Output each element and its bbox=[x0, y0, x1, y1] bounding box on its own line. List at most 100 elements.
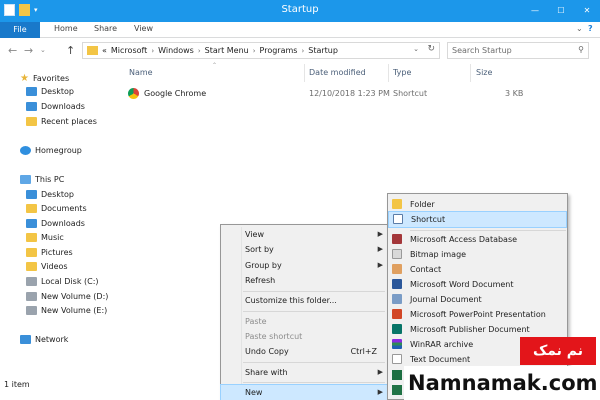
folder-icon bbox=[392, 199, 402, 209]
menu-item-share-with[interactable]: Share with ▶ bbox=[221, 365, 387, 380]
recent-locations-icon[interactable]: ⌄ bbox=[40, 46, 46, 54]
breadcrumb-overflow[interactable]: « bbox=[102, 46, 107, 55]
sidebar-item-pc[interactable]: New Volume (E:) bbox=[26, 306, 107, 315]
menu-label: Microsoft PowerPoint Presentation bbox=[410, 310, 546, 319]
breadcrumb-item[interactable]: Start Menu bbox=[205, 46, 249, 55]
sidebar-network[interactable]: Network bbox=[20, 335, 68, 344]
minimize-button[interactable]: — bbox=[522, 0, 548, 20]
sidebar-item-pc[interactable]: Music bbox=[26, 233, 64, 242]
sidebar-label: Downloads bbox=[41, 219, 85, 228]
menu-label: View bbox=[245, 230, 264, 239]
tab-home[interactable]: Home bbox=[54, 24, 78, 33]
navigation-pane: ★ Favorites Desktop Downloads Recent plac… bbox=[0, 62, 118, 382]
menu-label: Refresh bbox=[245, 276, 276, 285]
chevron-right-icon[interactable]: › bbox=[151, 47, 154, 55]
column-divider[interactable] bbox=[470, 64, 471, 82]
menu-label: Microsoft Word Document bbox=[410, 280, 514, 289]
submenu-arrow-icon: ▶ bbox=[377, 368, 383, 376]
sidebar-item-desktop[interactable]: Desktop bbox=[26, 87, 74, 96]
menu-item-refresh[interactable]: Refresh bbox=[221, 273, 387, 288]
submenu-item-word[interactable]: Microsoft Word Document bbox=[388, 277, 567, 292]
refresh-icon[interactable]: ↻ bbox=[427, 44, 435, 54]
maximize-button[interactable]: ☐ bbox=[548, 0, 574, 20]
column-header-type[interactable]: Type bbox=[393, 68, 411, 77]
contact-icon bbox=[392, 264, 402, 274]
menu-item-new[interactable]: New ▶ bbox=[220, 384, 388, 400]
submenu-item-folder[interactable]: Folder bbox=[388, 197, 567, 212]
chevron-right-icon[interactable]: › bbox=[253, 47, 256, 55]
sidebar-thispc[interactable]: This PC bbox=[20, 175, 64, 184]
submenu-item-journal[interactable]: Journal Document bbox=[388, 292, 567, 307]
submenu-arrow-icon: ▶ bbox=[377, 245, 383, 253]
submenu-arrow-icon: ▶ bbox=[377, 261, 383, 269]
desktop-icon bbox=[26, 87, 37, 96]
column-divider[interactable] bbox=[304, 64, 305, 82]
folder-icon bbox=[87, 46, 98, 55]
submenu-item-access[interactable]: Microsoft Access Database bbox=[388, 232, 567, 247]
column-divider[interactable] bbox=[388, 64, 389, 82]
sidebar-label: New Volume (E:) bbox=[41, 306, 108, 315]
close-button[interactable]: ✕ bbox=[574, 0, 600, 20]
breadcrumb-item[interactable]: Programs bbox=[260, 46, 298, 55]
sidebar-item-pc[interactable]: Desktop bbox=[26, 190, 74, 199]
chevron-right-icon[interactable]: › bbox=[301, 47, 304, 55]
expand-ribbon-icon[interactable]: ⌄ bbox=[576, 24, 583, 33]
column-header-date[interactable]: Date modified bbox=[309, 68, 366, 77]
sidebar-item-downloads[interactable]: Downloads bbox=[26, 102, 85, 111]
forward-icon[interactable]: → bbox=[24, 44, 33, 57]
submenu-item-contact[interactable]: Contact bbox=[388, 262, 567, 277]
submenu-item-publisher[interactable]: Microsoft Publisher Document bbox=[388, 322, 567, 337]
column-header-name[interactable]: Name bbox=[129, 68, 153, 77]
sidebar-homegroup[interactable]: Homegroup bbox=[20, 146, 82, 155]
address-dropdown-icon[interactable]: ⌄ bbox=[413, 45, 419, 53]
submenu-item-powerpoint[interactable]: Microsoft PowerPoint Presentation bbox=[388, 307, 567, 322]
sidebar-item-pc[interactable]: Downloads bbox=[26, 219, 85, 228]
tab-share[interactable]: Share bbox=[94, 24, 117, 33]
sidebar-label: Downloads bbox=[41, 102, 85, 111]
journal-icon bbox=[392, 294, 402, 304]
sidebar-favorites[interactable]: ★ Favorites bbox=[20, 73, 69, 84]
sidebar-item-pc[interactable]: Local Disk (C:) bbox=[26, 277, 99, 286]
menu-item-paste-shortcut[interactable]: Paste shortcut bbox=[221, 329, 387, 344]
column-header-size[interactable]: Size bbox=[476, 68, 492, 77]
help-icon[interactable]: ? bbox=[588, 24, 593, 33]
menu-item-paste[interactable]: Paste bbox=[221, 314, 387, 329]
address-bar[interactable]: « Microsoft › Windows › Start Menu › Progra… bbox=[82, 42, 440, 59]
sidebar-item-pc[interactable]: Documents bbox=[26, 204, 87, 213]
sidebar-label: This PC bbox=[35, 175, 65, 184]
watermark-logo: نم نمک bbox=[520, 337, 596, 365]
breadcrumb-item[interactable]: Windows bbox=[158, 46, 194, 55]
sidebar-item-pc[interactable]: Videos bbox=[26, 262, 68, 271]
search-icon[interactable]: ⚲ bbox=[578, 45, 584, 54]
menu-label: Journal Document bbox=[410, 295, 482, 304]
menu-label: Shortcut bbox=[411, 215, 446, 224]
menu-item-sort-by[interactable]: Sort by ▶ bbox=[221, 242, 387, 257]
menu-separator bbox=[410, 230, 566, 231]
breadcrumb-item[interactable]: Microsoft bbox=[111, 46, 147, 55]
context-menu: View ▶ Sort by ▶ Group by ▶ Refresh Customi… bbox=[220, 224, 388, 400]
sidebar-label: Documents bbox=[41, 204, 87, 213]
recent-places-icon bbox=[26, 117, 37, 126]
sidebar-item-pc[interactable]: Pictures bbox=[26, 248, 73, 257]
chevron-right-icon[interactable]: › bbox=[198, 47, 201, 55]
table-row[interactable]: Google Chrome 12/10/2018 1:23 PM Shortcu… bbox=[120, 86, 600, 102]
back-icon[interactable]: ← bbox=[8, 44, 17, 57]
menu-item-view[interactable]: View ▶ bbox=[221, 227, 387, 242]
submenu-item-shortcut[interactable]: Shortcut bbox=[388, 211, 567, 228]
menu-label: Paste bbox=[245, 317, 267, 326]
sort-ascending-icon: ⌃ bbox=[212, 62, 218, 69]
search-input[interactable]: Search Startup ⚲ bbox=[447, 42, 589, 59]
menu-item-group-by[interactable]: Group by ▶ bbox=[221, 258, 387, 273]
up-icon[interactable]: ↑ bbox=[66, 44, 75, 57]
drive-icon bbox=[26, 292, 37, 301]
tab-file[interactable]: File bbox=[0, 22, 40, 38]
submenu-item-bitmap[interactable]: Bitmap image bbox=[388, 247, 567, 262]
menu-separator bbox=[243, 291, 385, 292]
sidebar-item-pc[interactable]: New Volume (D:) bbox=[26, 292, 108, 301]
tab-view[interactable]: View bbox=[134, 24, 153, 33]
menu-item-undo-copy[interactable]: Undo Copy Ctrl+Z bbox=[221, 344, 387, 359]
sidebar-item-recent[interactable]: Recent places bbox=[26, 117, 97, 126]
breadcrumb-item[interactable]: Startup bbox=[308, 46, 338, 55]
menu-separator bbox=[243, 382, 385, 383]
menu-item-customize[interactable]: Customize this folder... bbox=[221, 293, 387, 308]
